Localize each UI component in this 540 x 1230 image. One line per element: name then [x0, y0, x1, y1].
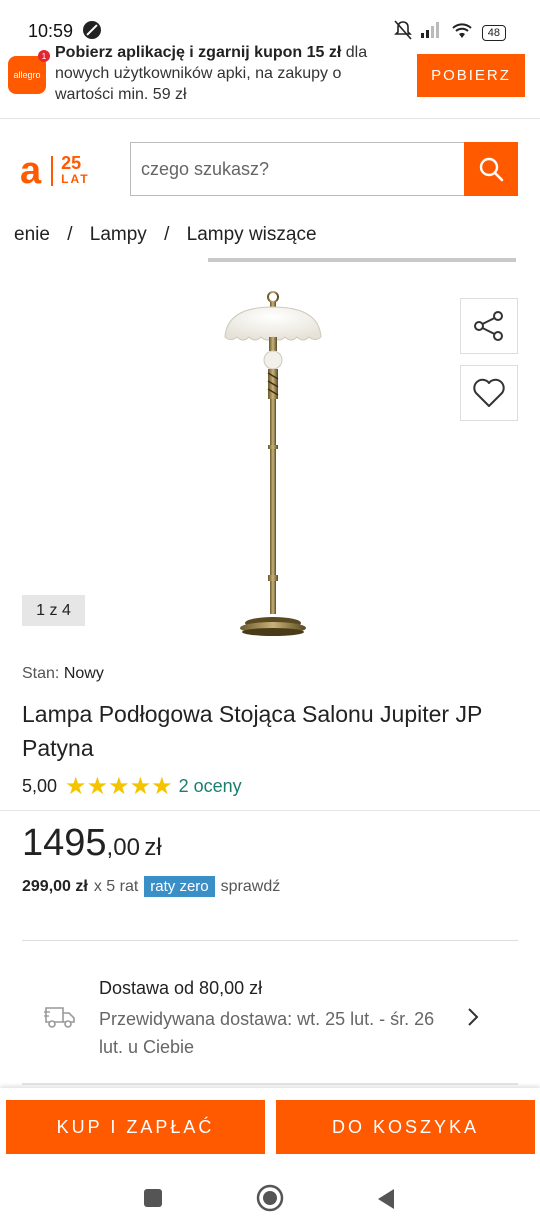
installments-info: 299,00 zł x 5 rat raty zero sprawdź: [22, 876, 280, 897]
logo-years: 25: [61, 153, 82, 173]
clock: 10:59: [28, 21, 74, 41]
allegro-logo[interactable]: a 25 LAT: [20, 152, 90, 190]
system-nav-bar: [0, 1166, 540, 1230]
condition-value: Nowy: [63, 665, 104, 682]
search-bar: [130, 142, 518, 196]
notification-badge: 1: [38, 50, 50, 62]
battery-indicator: 48: [481, 24, 506, 41]
divider: [22, 1083, 518, 1085]
app-icon-label: allegro: [13, 70, 41, 80]
delivery-price: Dostawa od 80,00 zł: [99, 978, 263, 998]
share-icon: [474, 311, 503, 341]
logo-anniversary: 25 LAT: [61, 153, 90, 187]
add-to-cart-button[interactable]: DO KOSZYKA: [276, 1100, 535, 1154]
price-currency: zł: [144, 834, 162, 861]
search-button[interactable]: [464, 142, 518, 196]
logo-lat: LAT: [61, 172, 90, 186]
muted-bell-icon: [393, 20, 412, 45]
buy-now-button[interactable]: KUP I ZAPŁAĆ: [6, 1100, 265, 1154]
breadcrumb-separator: /: [164, 224, 170, 245]
product-image[interactable]: [215, 285, 335, 645]
breadcrumb: enie / Lampy / Lampy wiszące: [0, 224, 540, 246]
home-icon[interactable]: [256, 1184, 284, 1212]
product-price: 1495,00 zł: [22, 822, 162, 865]
logo-letter: a: [20, 150, 42, 192]
rating-stars: ★★★★★: [65, 773, 173, 800]
recents-icon[interactable]: [143, 1188, 163, 1208]
breadcrumb-scrollbar[interactable]: [208, 258, 516, 262]
rating-count-link[interactable]: 2 oceny: [179, 776, 242, 797]
delivery-info[interactable]: Dostawa od 80,00 zł Przewidywana dostawa…: [0, 975, 540, 1065]
breadcrumb-separator: /: [67, 224, 73, 245]
signal-icon: [420, 21, 442, 44]
promo-line2: nowych użytkowników apki, na zakupy o: [55, 65, 342, 82]
product-condition: Stan: Nowy: [22, 665, 104, 683]
installment-tag: raty zero: [144, 876, 215, 897]
back-icon[interactable]: [376, 1188, 396, 1210]
logo-separator: [51, 156, 54, 186]
price-integer: 1495: [22, 822, 107, 864]
rating-value: 5,00: [22, 776, 58, 796]
status-bar: 10:59 48: [0, 0, 540, 50]
breadcrumb-item[interactable]: Lampy: [90, 224, 147, 246]
download-app-button[interactable]: POBIERZ: [417, 54, 525, 97]
divider: [0, 810, 540, 811]
breadcrumb-item[interactable]: Lampy wiszące: [187, 224, 317, 246]
search-icon: [479, 157, 504, 182]
price-decimal: ,00: [106, 834, 140, 861]
installment-amount: 299,00 zł: [22, 877, 88, 895]
product-title: Lampa Podłogowa Stojąca Salonu Jupiter J…: [22, 701, 482, 761]
delivery-estimate: Przewidywana dostawa: wt. 25 lut. - śr. …: [99, 1009, 435, 1057]
purchase-action-bar: KUP I ZAPŁAĆ DO KOSZYKA: [0, 1088, 540, 1166]
promo-text: Pobierz aplikację i zgarnij kupon 15 zł …: [55, 44, 385, 105]
product-gallery[interactable]: 1 z 4: [0, 285, 540, 645]
breadcrumb-item[interactable]: enie: [14, 224, 50, 246]
share-button[interactable]: [460, 298, 518, 354]
image-counter: 1 z 4: [22, 595, 85, 626]
site-header: a 25 LAT: [0, 120, 540, 220]
installment-count: x 5 rat: [93, 877, 139, 895]
wifi-icon: [450, 21, 474, 44]
chevron-right-icon: [468, 1008, 479, 1026]
promo-headline: Pobierz aplikację i zgarnij kupon 15 zł: [55, 44, 342, 61]
search-input[interactable]: [130, 142, 465, 196]
promo-line1-end: dla: [341, 44, 368, 61]
product-rating: 5,00 ★★★★★ 2 oceny: [22, 772, 242, 801]
app-promo-banner: allegro 1 Pobierz aplikację i zgarnij ku…: [0, 44, 540, 119]
heart-icon: [473, 378, 505, 407]
truck-icon: [44, 1007, 75, 1028]
condition-label: Stan:: [22, 665, 60, 682]
installment-check-link[interactable]: sprawdź: [221, 878, 281, 896]
add-to-favorites-button[interactable]: [460, 365, 518, 421]
allegro-app-icon: allegro 1: [8, 50, 50, 94]
dnd-icon: [82, 20, 102, 45]
divider: [22, 940, 518, 941]
promo-line3: wartości min. 59 zł: [55, 86, 187, 103]
